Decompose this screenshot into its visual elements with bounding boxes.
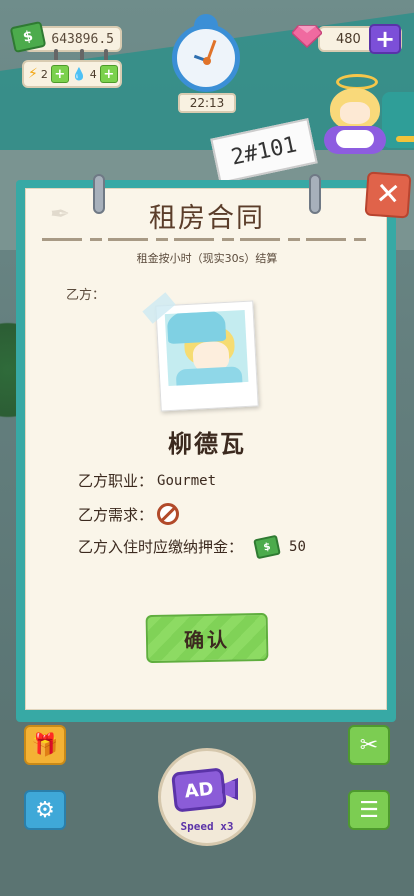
party-b-label: 乙方： xyxy=(66,288,106,303)
demand-label: 乙方需求： xyxy=(78,505,154,524)
deposit-row: 乙方入住时应缴纳押金： $ 50 xyxy=(78,534,306,559)
wrench-icon: ✂ xyxy=(359,732,379,758)
settings-button[interactable]: ⚙ xyxy=(24,790,66,830)
confirm-label: 确认 xyxy=(183,627,231,652)
notes-button[interactable]: ☰ xyxy=(348,790,390,830)
gear-icon: ⚙ xyxy=(35,797,55,823)
occupation-label: 乙方职业： xyxy=(78,472,154,490)
water-icon: 💧 xyxy=(71,67,87,81)
tools-button[interactable]: ✂ xyxy=(348,725,390,765)
cash-value: 643896.5 xyxy=(51,31,114,47)
list-icon: ☰ xyxy=(359,797,379,823)
contract-subtitle: 租金按小时（现实30s）结算 xyxy=(136,252,278,265)
add-gems-button[interactable]: + xyxy=(369,24,401,54)
angel-character[interactable] xyxy=(318,74,392,156)
gift-button[interactable]: 🎁 xyxy=(24,725,66,765)
occupation-value: Gourmet xyxy=(157,472,217,489)
add-energy-button[interactable]: + xyxy=(50,65,69,83)
energy-icon: ⚡ xyxy=(28,66,38,82)
deposit-label: 乙方入住时应缴纳押金： xyxy=(78,538,244,556)
close-button[interactable]: ✕ xyxy=(364,171,412,219)
deposit-value: 50 xyxy=(289,538,306,555)
energy-value: 2 xyxy=(40,67,48,81)
no-demand-icon xyxy=(157,503,180,525)
ad-label: AD xyxy=(183,778,215,802)
confirm-button[interactable]: 确认 xyxy=(145,612,269,664)
gem-icon xyxy=(292,25,322,48)
tenant-portrait xyxy=(155,300,259,412)
contract-title: 租房合同 xyxy=(149,203,265,234)
close-icon: ✕ xyxy=(374,176,402,213)
gift-icon: 🎁 xyxy=(31,732,59,758)
ad-camera-icon: AD xyxy=(171,767,227,813)
occupation-row: 乙方职业： Gourmet xyxy=(78,470,216,491)
cash-icon-small: $ xyxy=(253,534,281,559)
speed-label: Speed x3 xyxy=(180,820,234,833)
resource-bar: ⚡ 2 + 💧 4 + xyxy=(22,60,122,88)
demand-row: 乙方需求： xyxy=(78,503,180,525)
clock-time: 22:13 xyxy=(178,93,236,113)
title-divider xyxy=(42,238,372,241)
clock-icon[interactable] xyxy=(172,24,240,92)
water-value: 4 xyxy=(89,67,97,81)
tenant-name: 柳德瓦 xyxy=(168,430,246,458)
add-water-button[interactable]: + xyxy=(99,65,118,83)
gem-value: 480 xyxy=(336,31,361,47)
